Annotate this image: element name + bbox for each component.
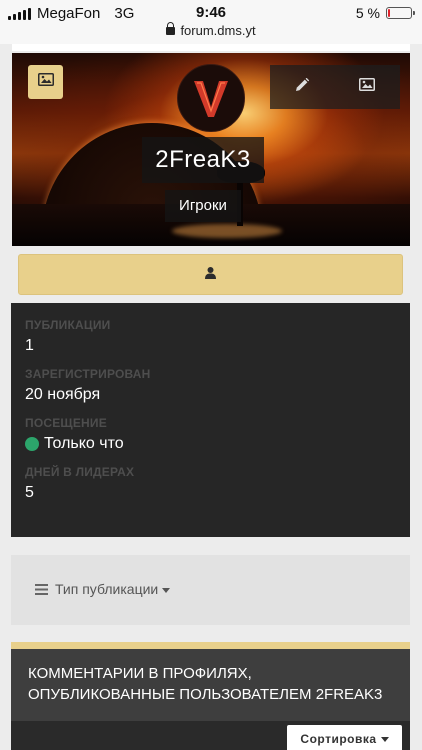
status-bar: MegaFon 3G 9:46 forum.dms.yt 5 % (0, 0, 422, 44)
stat-posts: Публикации 1 (25, 318, 396, 355)
stat-leader-days: Дней в лидерах 5 (25, 465, 396, 502)
avatar-logo-icon (194, 81, 228, 117)
profile-username: 2FreaK3 (142, 137, 264, 183)
address-bar[interactable]: forum.dms.yt (0, 22, 422, 38)
list-icon (35, 583, 48, 595)
user-icon (205, 266, 216, 284)
stat-last-visit: Посещение Только что (25, 416, 396, 453)
change-photo-button[interactable] (334, 65, 400, 109)
stat-label: Посещение (25, 416, 107, 430)
stat-label: Публикации (25, 318, 111, 332)
battery-level (388, 9, 390, 17)
content-filter: Тип публикации (11, 555, 410, 625)
profile-cover: 2FreaK3 Игроки (12, 53, 410, 246)
follow-button[interactable] (18, 254, 403, 295)
stat-value: 20 ноября (25, 386, 101, 403)
status-right: 5 % (355, 5, 415, 21)
cover-reflection (172, 224, 282, 238)
stat-label: Дней в лидерах (25, 465, 135, 479)
lock-icon (166, 22, 176, 35)
battery-icon (386, 7, 415, 19)
chevron-down-icon (380, 737, 389, 742)
chevron-down-icon (162, 587, 171, 593)
cover-photo-button[interactable] (28, 65, 63, 99)
filter-dropdown[interactable]: Тип публикации (35, 581, 171, 597)
pencil-icon (295, 77, 310, 97)
stat-value: 1 (25, 337, 34, 354)
stat-label: Зарегистрирован (25, 367, 151, 381)
top-strip (12, 44, 410, 51)
stat-value[interactable]: 5 (25, 484, 396, 502)
image-icon (359, 78, 375, 96)
battery-percent: 5 % (355, 5, 380, 21)
stat-value: Только что (44, 435, 124, 452)
filter-label: Тип публикации (55, 581, 159, 597)
comments-title: Комментарии в профилях, опубликованные п… (11, 649, 410, 721)
profile-stats: Публикации 1 Зарегистрирован 20 ноября П… (11, 303, 410, 537)
address-url: forum.dms.yt (180, 23, 256, 38)
profile-group[interactable]: Игроки (165, 190, 241, 222)
avatar[interactable] (177, 64, 245, 132)
stat-value-row: Только что (25, 435, 396, 453)
image-icon (37, 73, 54, 91)
sort-label: Сортировка (300, 731, 377, 746)
profile-comments-section: Комментарии в профилях, опубликованные п… (11, 642, 410, 750)
sort-button[interactable]: Сортировка (287, 725, 402, 750)
stat-joined: Зарегистрирован 20 ноября (25, 367, 396, 404)
edit-profile-button[interactable] (270, 65, 334, 109)
online-status-icon (25, 437, 39, 451)
